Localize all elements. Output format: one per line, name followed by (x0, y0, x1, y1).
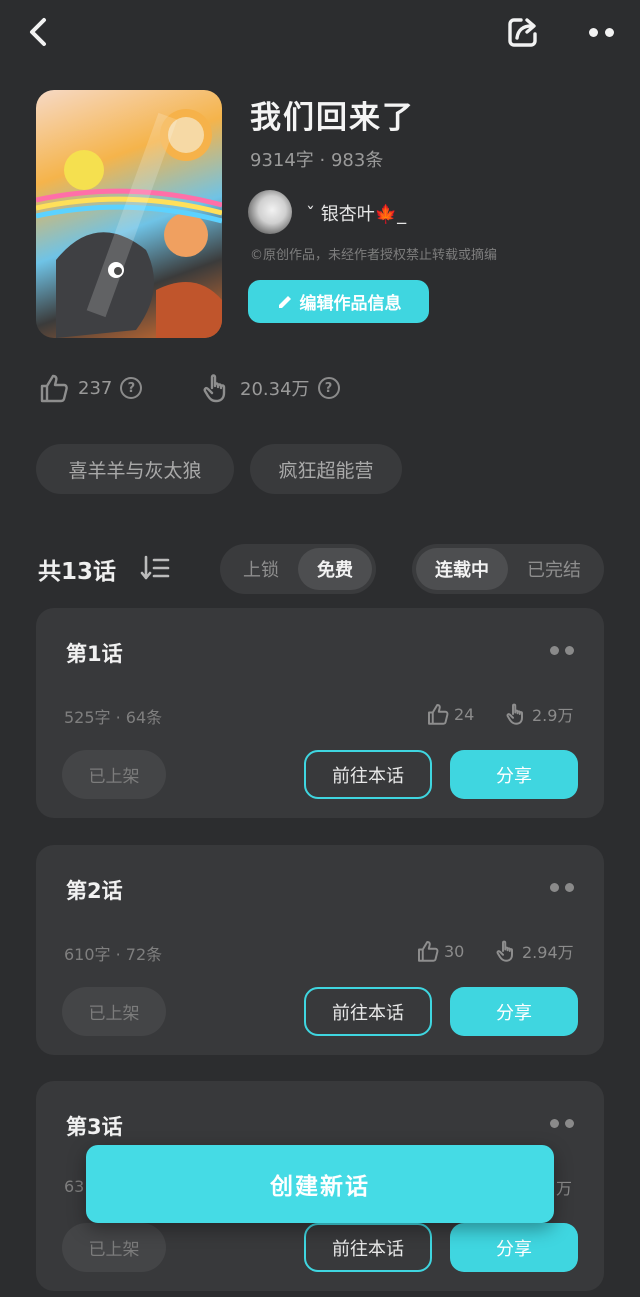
episode-likes-value: 30 (444, 941, 465, 961)
share-episode-button[interactable]: 分享 (450, 1223, 578, 1272)
episode-title: 第2话 (66, 879, 123, 903)
episode-views-value: 2.94万 (522, 943, 574, 962)
episode-title: 第1话 (66, 642, 123, 666)
episode-likes: 30 (416, 939, 464, 963)
copyright-notice: ©原创作品，未经作者授权禁止转载或摘编 (250, 248, 498, 263)
more-icon (588, 27, 614, 37)
likes-help-icon[interactable]: ? (120, 377, 143, 399)
create-episode-button[interactable]: 创建新话 (86, 1145, 554, 1223)
work-stats: 9314字 · 983条 (250, 150, 384, 171)
episode-status-chip: 已上架 (62, 1223, 166, 1272)
episode-views: 2.9万 (504, 702, 573, 726)
episode-card[interactable]: 第1话 525字 · 64条 24 2.9万 已上架 前往本话 分享 (36, 608, 604, 818)
metric-likes: 237 ? (38, 372, 143, 404)
thumbs-up-icon (428, 704, 449, 725)
tag-chip[interactable]: 疯狂超能营 (250, 444, 402, 494)
thumbs-up-icon (418, 941, 439, 962)
share-work-button[interactable] (502, 10, 544, 54)
metric-views: 20.34万 ? (200, 372, 340, 404)
cover-image[interactable] (36, 90, 222, 338)
episode-views: 2.94万 (494, 939, 574, 963)
edit-work-info-button[interactable]: 编辑作品信息 (248, 280, 429, 323)
sort-list-icon (140, 555, 170, 580)
episode-more-button[interactable] (550, 1119, 574, 1128)
filter-ongoing[interactable]: 连载中 (416, 548, 508, 590)
author-name[interactable]: ˇ 银杏叶🍁_ (306, 200, 406, 226)
episode-title: 第3话 (66, 1115, 123, 1139)
share-episode-button[interactable]: 分享 (450, 750, 578, 799)
goto-episode-button[interactable]: 前往本话 (304, 750, 432, 799)
sort-button[interactable] (140, 554, 170, 586)
episode-views: 万 (556, 1175, 572, 1199)
work-title: 我们回来了 (250, 100, 415, 136)
views-help-icon[interactable]: ? (317, 377, 340, 399)
hand-pointer-icon (506, 703, 523, 725)
author-avatar[interactable] (248, 190, 292, 234)
cover-illustration (36, 109, 222, 338)
episode-more-button[interactable] (550, 883, 574, 892)
episode-count: 共13话 (38, 559, 117, 585)
views-value: 20.34万 (240, 379, 310, 400)
goto-episode-button[interactable]: 前往本话 (304, 987, 432, 1036)
lock-filter: 上锁 免费 (220, 544, 376, 594)
filter-completed[interactable]: 已完结 (508, 548, 600, 590)
episode-meta: 610字 · 72条 (64, 945, 163, 964)
share-episode-button[interactable]: 分享 (450, 987, 578, 1036)
episode-status-chip: 已上架 (62, 750, 166, 799)
episode-meta: 63 (64, 1177, 85, 1196)
episode-card[interactable]: 第2话 610字 · 72条 30 2.94万 已上架 前往本话 分享 (36, 845, 604, 1055)
edit-work-info-label: 编辑作品信息 (299, 294, 402, 314)
top-bar (0, 0, 640, 64)
filter-free[interactable]: 免费 (298, 548, 372, 590)
hand-pointer-icon (496, 940, 513, 962)
chevron-left-icon (30, 18, 46, 46)
pencil-icon (278, 295, 291, 308)
share-icon (508, 18, 537, 47)
back-button[interactable] (18, 10, 58, 54)
episode-meta: 525字 · 64条 (64, 708, 163, 727)
more-button[interactable] (580, 14, 622, 50)
episode-views-value: 万 (556, 1179, 573, 1198)
status-filter: 连载中 已完结 (412, 544, 604, 594)
episode-likes: 24 (426, 702, 474, 726)
filter-locked[interactable]: 上锁 (224, 548, 298, 590)
episode-status-chip: 已上架 (62, 987, 166, 1036)
hand-pointer-icon (203, 374, 226, 403)
goto-episode-button[interactable]: 前往本话 (304, 1223, 432, 1272)
likes-value: 237 (78, 377, 113, 399)
tag-chip[interactable]: 喜羊羊与灰太狼 (36, 444, 234, 494)
episode-likes-value: 24 (454, 704, 475, 724)
thumbs-up-icon (40, 374, 68, 403)
episode-more-button[interactable] (550, 646, 574, 655)
episode-views-value: 2.9万 (532, 706, 574, 725)
